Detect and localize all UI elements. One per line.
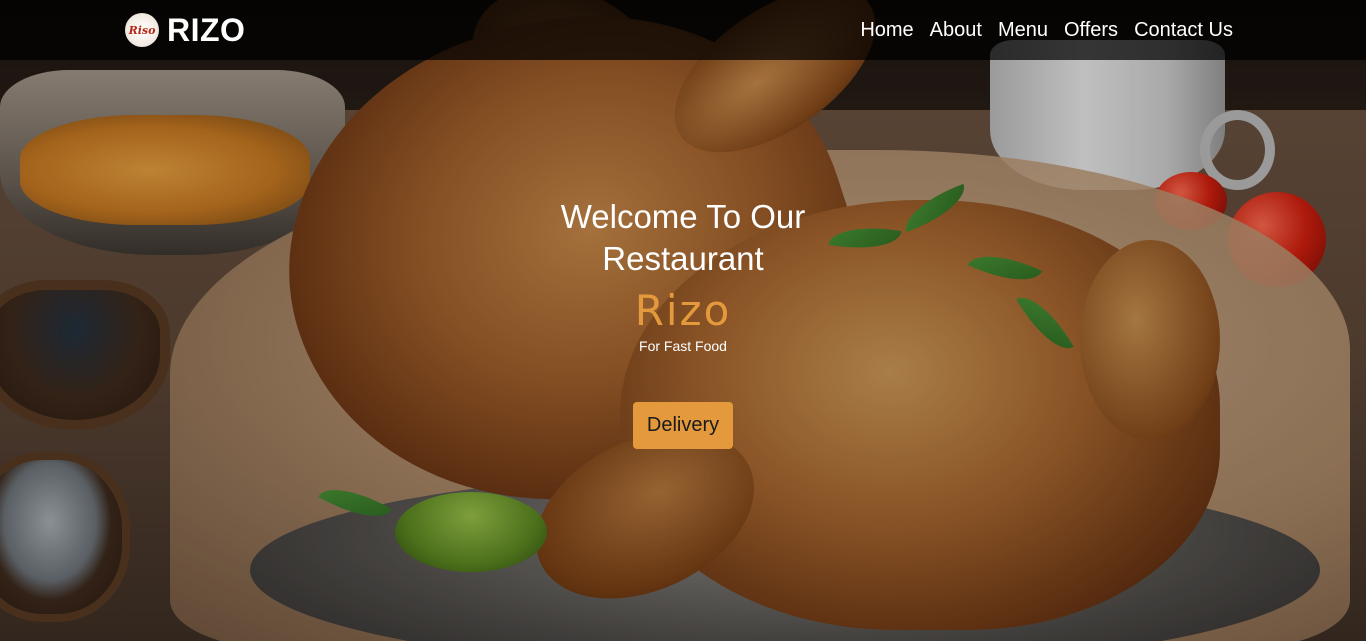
hero-heading: Welcome To Our Restaurant bbox=[483, 196, 883, 280]
riso-logo-icon: Riso bbox=[125, 13, 159, 47]
nav-link-about[interactable]: About bbox=[930, 19, 982, 41]
nav-item-menu: Menu bbox=[998, 19, 1048, 42]
delivery-button[interactable]: Delivery bbox=[632, 402, 734, 449]
nav-link-offers[interactable]: Offers bbox=[1064, 19, 1118, 41]
nav-item-about: About bbox=[930, 19, 982, 42]
brand-name: RIZO bbox=[167, 11, 246, 48]
nav-item-offers: Offers bbox=[1064, 19, 1118, 42]
hero-heading-line1: Welcome To Our bbox=[560, 198, 806, 235]
nav-link-home[interactable]: Home bbox=[860, 19, 913, 41]
brand-link[interactable]: Riso RIZO bbox=[125, 12, 245, 49]
hero-tagline: For Fast Food bbox=[639, 338, 727, 354]
navbar: Riso RIZO Home About Menu Offers Contact… bbox=[0, 0, 1366, 60]
hero-script-title: Rizo bbox=[634, 286, 732, 335]
nav-link-menu[interactable]: Menu bbox=[998, 19, 1048, 41]
nav-item-home: Home bbox=[860, 19, 913, 42]
nav-links: Home About Menu Offers Contact Us bbox=[860, 19, 1233, 42]
nav-item-contact: Contact Us bbox=[1134, 19, 1233, 42]
hero-heading-line2: Restaurant bbox=[602, 240, 764, 277]
nav-link-contact[interactable]: Contact Us bbox=[1134, 19, 1233, 41]
hero-content: Welcome To Our Restaurant Rizo For Fast … bbox=[483, 196, 883, 449]
